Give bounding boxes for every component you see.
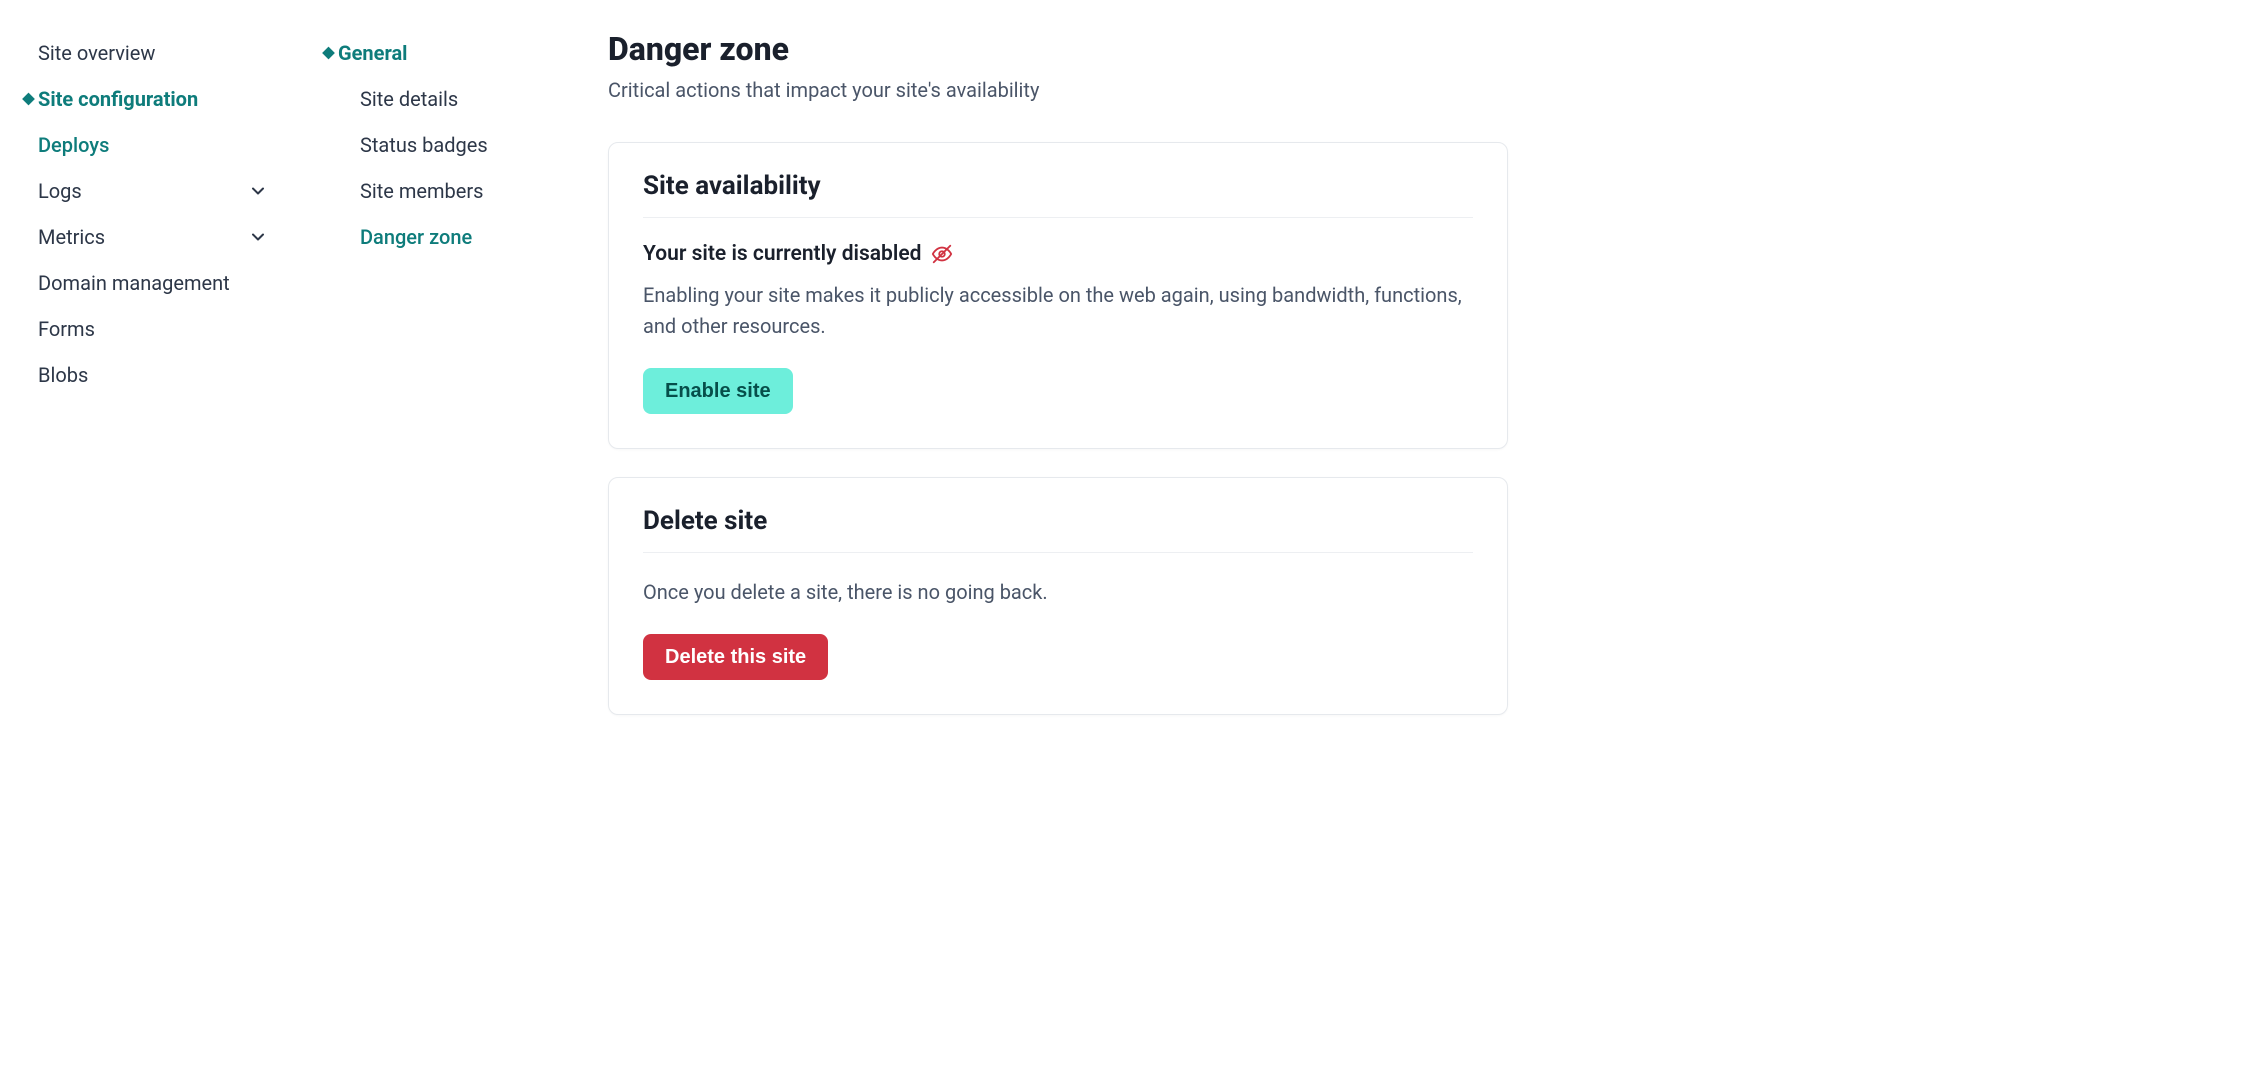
sidebar-item-label: Metrics	[38, 224, 250, 250]
delete-description: Once you delete a site, there is no goin…	[643, 577, 1473, 608]
sidebar-item-forms[interactable]: Forms	[20, 306, 290, 352]
main-content: Danger zone Critical actions that impact…	[578, 30, 1538, 743]
availability-description: Enabling your site makes it publicly acc…	[643, 280, 1473, 342]
availability-status-text: Your site is currently disabled	[643, 242, 921, 266]
subnav-item-label: Site details	[360, 86, 560, 112]
page-title: Danger zone	[608, 30, 1508, 68]
subnav-item-danger-zone[interactable]: Danger zone	[320, 214, 578, 260]
sidebar-item-site-overview[interactable]: Site overview	[20, 30, 290, 76]
delete-site-button[interactable]: Delete this site	[643, 634, 828, 680]
sidebar-item-label: Forms	[38, 316, 272, 342]
subnav-item-label: General	[338, 40, 560, 66]
subnav-item-label: Site members	[360, 178, 560, 204]
sidebar-item-site-configuration[interactable]: Site configuration	[20, 76, 290, 122]
card-site-availability: Site availability Your site is currently…	[608, 142, 1508, 449]
card-title: Delete site	[643, 506, 1473, 553]
subnav-item-general[interactable]: General	[320, 30, 578, 76]
sidebar-item-domain-management[interactable]: Domain management	[20, 260, 290, 306]
card-title: Site availability	[643, 171, 1473, 218]
active-indicator-icon	[22, 93, 35, 106]
subnav-item-site-members[interactable]: Site members	[320, 168, 578, 214]
subnav-item-site-details[interactable]: Site details	[320, 76, 578, 122]
sidebar-secondary: General Site details Status badges Site …	[290, 30, 578, 743]
sidebar-primary: Site overview Site configuration Deploys…	[0, 30, 290, 743]
page-subtitle: Critical actions that impact your site's…	[608, 78, 1508, 102]
sidebar-item-label: Site configuration	[38, 86, 272, 112]
eye-off-icon	[931, 243, 953, 265]
active-indicator-icon	[322, 47, 335, 60]
chevron-down-icon	[250, 229, 266, 245]
sidebar-item-label: Blobs	[38, 362, 272, 388]
subnav-item-status-badges[interactable]: Status badges	[320, 122, 578, 168]
sidebar-item-label: Logs	[38, 178, 250, 204]
availability-status: Your site is currently disabled	[643, 242, 1473, 266]
subnav-item-label: Danger zone	[360, 224, 560, 250]
enable-site-button[interactable]: Enable site	[643, 368, 793, 414]
sidebar-item-label: Deploys	[38, 132, 272, 158]
chevron-down-icon	[250, 183, 266, 199]
sidebar-item-logs[interactable]: Logs	[20, 168, 290, 214]
sidebar-item-metrics[interactable]: Metrics	[20, 214, 290, 260]
card-delete-site: Delete site Once you delete a site, ther…	[608, 477, 1508, 715]
sidebar-item-label: Domain management	[38, 270, 272, 296]
subnav-item-label: Status badges	[360, 132, 560, 158]
sidebar-item-blobs[interactable]: Blobs	[20, 352, 290, 398]
sidebar-item-deploys[interactable]: Deploys	[20, 122, 290, 168]
sidebar-item-label: Site overview	[38, 40, 272, 66]
